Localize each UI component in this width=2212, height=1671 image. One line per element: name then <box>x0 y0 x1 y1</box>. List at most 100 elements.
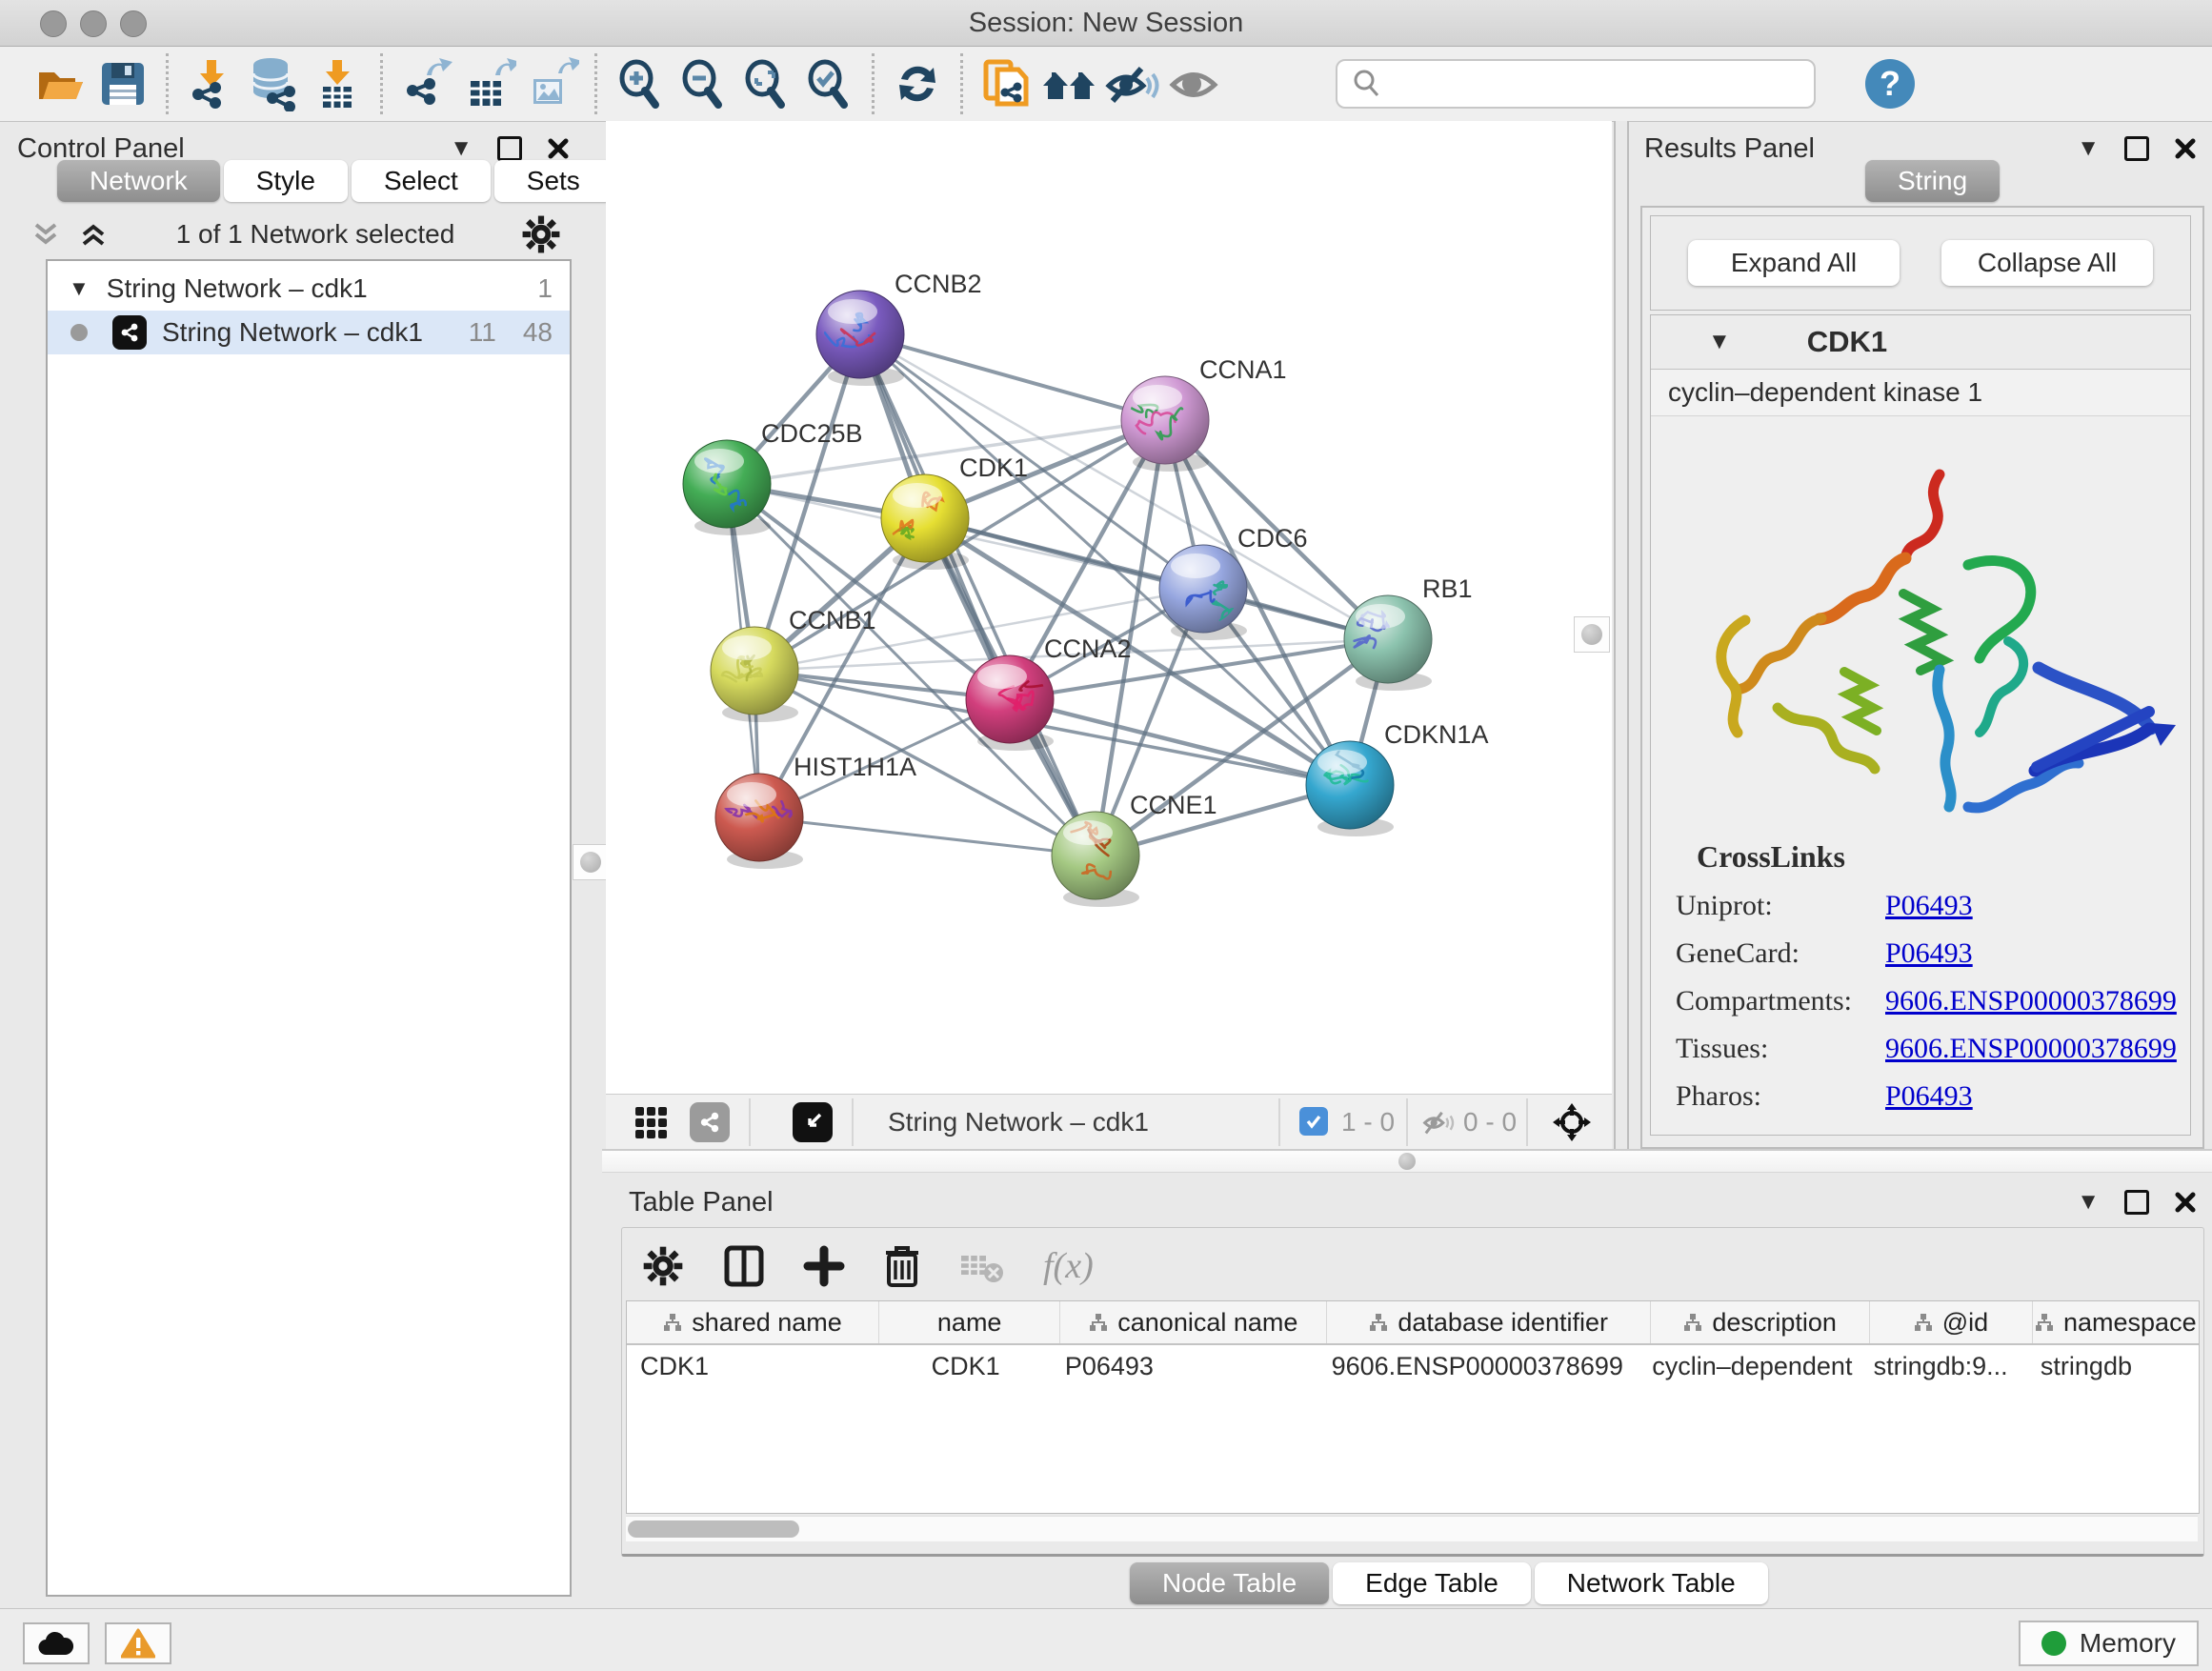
panel-menu-icon[interactable]: ▼ <box>2077 1189 2100 1216</box>
collapse-all-icon[interactable] <box>29 219 63 250</box>
function-builder-icon[interactable]: f(x) <box>1043 1245 1094 1287</box>
node-CDC6[interactable]: CDC6 <box>1159 524 1308 640</box>
toolbar-separator <box>594 53 597 114</box>
show-details-button[interactable] <box>1163 52 1226 115</box>
table-options-gear-icon[interactable] <box>641 1244 685 1288</box>
panel-float-icon[interactable] <box>497 136 522 161</box>
expand-all-icon[interactable] <box>76 219 111 250</box>
crosslink-compartments[interactable]: 9606.ENSP00000378699 <box>1885 985 2177 1017</box>
tab-node-table[interactable]: Node Table <box>1130 1562 1329 1604</box>
tree-expand-icon[interactable]: ▼ <box>69 276 90 301</box>
node-CDKN1A[interactable]: CDKN1A <box>1306 720 1489 836</box>
edge-HIST1H1A-CCNE1[interactable] <box>759 817 1096 856</box>
clone-network-button[interactable] <box>975 52 1037 115</box>
tab-select[interactable]: Select <box>352 160 491 202</box>
column-header-namespace[interactable]: namespace <box>2033 1301 2199 1343</box>
open-session-button[interactable] <box>29 52 91 115</box>
column-header-name[interactable]: name <box>879 1301 1060 1343</box>
save-session-button[interactable] <box>91 52 154 115</box>
table-row[interactable]: CDK1 CDK1 P06493 9606.ENSP00000378699 cy… <box>627 1345 2199 1387</box>
crosslink-tissues[interactable]: 9606.ENSP00000378699 <box>1885 1033 2177 1065</box>
collapse-all-button[interactable]: Collapse All <box>1941 240 2153 286</box>
pan-crosshair-icon[interactable] <box>1551 1101 1593 1143</box>
results-button-row: Expand All Collapse All <box>1650 215 2191 311</box>
selected-nodes-checkbox[interactable] <box>1299 1107 1328 1136</box>
column-header-at-id[interactable]: @id <box>1870 1301 2032 1343</box>
crosslink-uniprot[interactable]: P06493 <box>1885 890 1973 922</box>
zoom-out-button[interactable] <box>672 52 734 115</box>
export-image-button[interactable] <box>520 52 583 115</box>
column-header-database-identifier[interactable]: database identifier <box>1327 1301 1651 1343</box>
network-row[interactable]: String Network – cdk1 11 48 <box>48 311 570 354</box>
cell-description: cyclin–dependent ... <box>1639 1345 1860 1387</box>
network-view-mode-icon[interactable] <box>690 1102 730 1142</box>
node-CCNE1[interactable]: CCNE1 <box>1052 791 1217 907</box>
memory-button[interactable]: Memory <box>2019 1621 2199 1666</box>
results-panel-divider[interactable] <box>1614 121 1629 1149</box>
show-columns-icon[interactable] <box>723 1244 765 1288</box>
panel-close-icon[interactable] <box>547 137 570 160</box>
import-network-database-button[interactable] <box>243 52 306 115</box>
zoom-selected-button[interactable] <box>797 52 860 115</box>
refresh-button[interactable] <box>886 52 949 115</box>
hidden-eye-icon[interactable] <box>1421 1108 1456 1137</box>
tab-string[interactable]: String <box>1865 160 2000 202</box>
delete-column-icon[interactable] <box>883 1243 921 1289</box>
panel-float-icon[interactable] <box>2124 136 2149 161</box>
node-CCNB1[interactable]: CCNB1 <box>711 606 876 722</box>
node-CDK1[interactable]: CDK1 <box>875 453 1028 570</box>
network-canvas[interactable]: CCNB2CCNA1CDC25BCDK1CDC6RB1CCNB1CCNA2CDK… <box>606 121 1612 1094</box>
node-RB1[interactable]: RB1 <box>1344 574 1473 691</box>
eye-icon <box>1167 57 1222 111</box>
tab-sets[interactable]: Sets <box>494 160 613 202</box>
zoom-fit-button[interactable] <box>734 52 797 115</box>
panel-menu-icon[interactable]: ▼ <box>2077 135 2100 162</box>
table-horizontal-scrollbar[interactable] <box>626 1516 2198 1541</box>
tab-network[interactable]: Network <box>57 160 220 202</box>
delete-table-icon[interactable] <box>959 1248 1005 1284</box>
right-splitter-handle[interactable] <box>1574 616 1610 653</box>
import-network-file-button[interactable] <box>180 52 243 115</box>
grid-mode-icon[interactable] <box>634 1106 669 1140</box>
show-all-windows-button[interactable] <box>1037 52 1100 115</box>
export-table-button[interactable] <box>457 52 520 115</box>
hide-details-button[interactable] <box>1100 52 1163 115</box>
table-panel-splitter[interactable] <box>602 1149 2212 1173</box>
column-header-description[interactable]: description <box>1651 1301 1870 1343</box>
cytoscape-window: Session: New Session <box>0 0 2212 1671</box>
add-column-icon[interactable] <box>803 1244 845 1288</box>
network-options-gear-icon[interactable] <box>520 213 562 255</box>
birdseye-view-icon[interactable] <box>793 1102 833 1142</box>
tab-network-table[interactable]: Network Table <box>1535 1562 1768 1604</box>
export-network-button[interactable] <box>394 52 457 115</box>
node-HIST1H1A[interactable]: HIST1H1A <box>715 753 916 869</box>
node-CCNA1[interactable]: CCNA1 <box>1121 355 1287 472</box>
crosslink-genecard[interactable]: P06493 <box>1885 937 1973 970</box>
tab-style[interactable]: Style <box>224 160 348 202</box>
network-collection-row[interactable]: ▼ String Network – cdk1 1 <box>48 267 570 311</box>
warning-icon <box>121 1628 155 1659</box>
panel-close-icon[interactable] <box>2174 1191 2197 1214</box>
zoom-fit-icon <box>739 57 793 111</box>
panel-menu-icon[interactable]: ▼ <box>450 135 473 162</box>
warnings-button[interactable] <box>105 1622 171 1664</box>
tab-edge-table[interactable]: Edge Table <box>1333 1562 1531 1604</box>
left-splitter-handle[interactable] <box>573 844 609 880</box>
node-table[interactable]: shared name name canonical name database… <box>626 1300 2200 1514</box>
panel-float-icon[interactable] <box>2124 1190 2149 1215</box>
edge-CCNA2-CDKN1A[interactable] <box>1010 699 1350 785</box>
gene-collapse-icon[interactable]: ▼ <box>1708 329 1731 355</box>
column-header-canonical-name[interactable]: canonical name <box>1060 1301 1327 1343</box>
help-button[interactable]: ? <box>1865 59 1915 109</box>
column-header-shared-name[interactable]: shared name <box>627 1301 879 1343</box>
cloud-status-button[interactable] <box>23 1622 90 1664</box>
import-table-file-button[interactable] <box>306 52 369 115</box>
scrollbar-thumb[interactable] <box>628 1520 799 1538</box>
node-label-CDC6: CDC6 <box>1237 524 1308 553</box>
expand-all-button[interactable]: Expand All <box>1688 240 1900 286</box>
zoom-in-button[interactable] <box>609 52 672 115</box>
panel-close-icon[interactable] <box>2174 137 2197 160</box>
collection-name: String Network – cdk1 <box>107 273 368 304</box>
crosslink-pharos[interactable]: P06493 <box>1885 1080 1973 1113</box>
search-input[interactable] <box>1393 69 1806 100</box>
